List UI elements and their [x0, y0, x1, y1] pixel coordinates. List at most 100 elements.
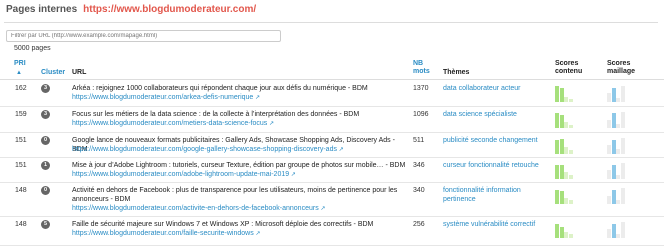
word-count: 256 [413, 221, 425, 228]
page-url-text[interactable]: https://www.blogdumoderateur.com/activit… [72, 205, 319, 212]
page-url-text[interactable]: https://www.blogdumoderateur.com/arkea-d… [72, 94, 253, 101]
score-contenu-bar [568, 150, 573, 154]
column-header-themes[interactable]: Thèmes [443, 69, 469, 77]
score-maillage-bar [607, 120, 611, 128]
score-maillage-bar [620, 138, 625, 154]
theme-link[interactable]: data collaborateur acteur [443, 84, 545, 93]
table-row[interactable]: 151 1 Mise à jour d’Adobe Lightroom : tuto… [0, 158, 664, 183]
score-contenu-bar [555, 140, 559, 154]
score-contenu-bar [555, 86, 559, 102]
pri-value: 151 [15, 137, 27, 144]
score-contenu-chart [555, 220, 577, 238]
theme-link[interactable]: curseur fonctionnalité retouche [443, 161, 545, 170]
page-url-link[interactable]: https://www.blogdumoderateur.com/arkea-d… [72, 93, 260, 103]
column-header-url[interactable]: URL [72, 69, 86, 77]
url-filter-input[interactable] [6, 30, 281, 42]
score-contenu-chart [555, 161, 577, 179]
page-title-text: Arkéa : rejoignez 1000 collaborateurs qu… [72, 85, 368, 92]
column-header-cluster[interactable]: Cluster [41, 69, 65, 77]
header-divider [4, 22, 658, 23]
theme-link[interactable]: publicité seconde changement [443, 136, 545, 145]
score-maillage-bar [616, 234, 620, 238]
word-count: 1096 [413, 111, 429, 118]
page-url-text[interactable]: https://www.blogdumoderateur.com/google-… [72, 146, 337, 153]
score-contenu-bar [564, 97, 568, 102]
score-contenu-bar [559, 227, 564, 238]
page-title-text: Focus sur les métiers de la data science… [72, 111, 360, 118]
score-maillage-bar [611, 190, 616, 204]
page-url-link[interactable]: https://www.blogdumoderateur.com/metiers… [72, 119, 274, 129]
score-maillage-bar [607, 229, 611, 238]
column-header-scores-contenu[interactable]: Scores contenu [555, 60, 582, 76]
page-url-link[interactable]: https://www.blogdumoderateur.com/adobe-l… [72, 170, 296, 180]
score-contenu-bar [564, 232, 568, 238]
page-title-text: Activité en dehors de Facebook : plus de… [72, 187, 398, 203]
external-link-icon[interactable]: ↗ [289, 172, 296, 178]
theme-link[interactable]: data science spécialiste [443, 110, 545, 119]
page-url-link[interactable]: https://www.blogdumoderateur.com/faille-… [72, 229, 260, 239]
word-count: 511 [413, 137, 425, 144]
page-title-text: Faille de sécurité majeure sur Windows 7… [72, 221, 374, 228]
score-maillage-bar [607, 170, 611, 179]
external-link-icon[interactable]: ↗ [267, 121, 274, 127]
pri-value: 162 [15, 85, 27, 92]
column-header-pri[interactable]: PRI [14, 60, 26, 68]
score-maillage-bar [620, 112, 625, 128]
page-url-text[interactable]: https://www.blogdumoderateur.com/metiers… [72, 120, 267, 127]
score-maillage-bar [616, 200, 620, 204]
cluster-badge: 0 [41, 136, 50, 145]
cluster-badge: 5 [41, 220, 50, 229]
table-row[interactable]: 162 3 Arkéa : rejoignez 1000 collaborateur… [0, 81, 664, 107]
score-contenu-bar [568, 125, 573, 128]
external-link-icon[interactable]: ↗ [253, 95, 260, 101]
table-row[interactable]: 151 0 Google lance de nouveaux formats pub… [0, 133, 664, 158]
external-link-icon[interactable]: ↗ [319, 206, 325, 212]
score-contenu-chart [555, 84, 577, 102]
page-header: Pages internes https://www.blogdumoderat… [6, 4, 256, 18]
score-maillage-bar [611, 165, 616, 179]
pri-value: 159 [15, 111, 27, 118]
score-contenu-bar [555, 224, 559, 238]
score-maillage-chart [607, 220, 629, 238]
score-contenu-bar [568, 234, 573, 238]
word-count: 346 [413, 162, 425, 169]
score-contenu-bar [559, 88, 564, 102]
score-maillage-bar [620, 188, 625, 204]
table-header: PRI ▲ Cluster URL NB mots Thèmes Scores co… [0, 58, 664, 80]
word-count: 1370 [413, 85, 429, 92]
score-maillage-bar [616, 124, 620, 128]
theme-link[interactable]: système vulnérabilité correctif [443, 220, 545, 229]
page-url-link[interactable]: https://www.blogdumoderateur.com/google-… [72, 145, 344, 155]
score-contenu-bar [564, 147, 568, 154]
cluster-badge: 3 [41, 110, 50, 119]
external-link-icon[interactable]: ↗ [254, 231, 260, 237]
score-maillage-bar [616, 149, 620, 154]
theme-link[interactable]: fonctionnalité information pertinence [443, 186, 545, 204]
external-link-icon[interactable]: ↗ [337, 147, 344, 153]
page-title: Pages internes [6, 4, 78, 15]
table-row[interactable]: 148 0 Activité en dehors de Facebook : plu… [0, 183, 664, 217]
score-contenu-bar [555, 190, 559, 204]
cluster-badge: 3 [41, 84, 50, 93]
column-header-nb-mots[interactable]: NB mots [413, 60, 430, 76]
score-maillage-bar [607, 145, 611, 154]
score-maillage-bar [620, 222, 625, 238]
column-header-scores-maillage[interactable]: Scores maillage [607, 60, 635, 76]
score-contenu-chart [555, 110, 577, 128]
table-row[interactable]: 159 3 Focus sur les métiers de la data sci… [0, 107, 664, 133]
score-contenu-chart [555, 136, 577, 154]
page-url-text[interactable]: https://www.blogdumoderateur.com/adobe-l… [72, 171, 289, 178]
score-contenu-bar [568, 99, 573, 102]
pri-value: 151 [15, 162, 27, 169]
table-row[interactable]: 148 5 Faille de sécurité majeure sur Windo… [0, 217, 664, 246]
page-url-link[interactable]: https://www.blogdumoderateur.com/activit… [72, 204, 325, 214]
score-maillage-bar [611, 113, 616, 128]
score-contenu-chart [555, 186, 577, 204]
score-contenu-bar [559, 165, 564, 179]
score-maillage-bar [620, 163, 625, 179]
site-url-link[interactable]: https://www.blogdumoderateur.com/ [83, 4, 256, 15]
score-contenu-bar [555, 113, 559, 128]
sort-asc-icon[interactable]: ▲ [16, 69, 22, 77]
score-contenu-bar [559, 139, 564, 154]
page-url-text[interactable]: https://www.blogdumoderateur.com/faille-… [72, 230, 254, 237]
